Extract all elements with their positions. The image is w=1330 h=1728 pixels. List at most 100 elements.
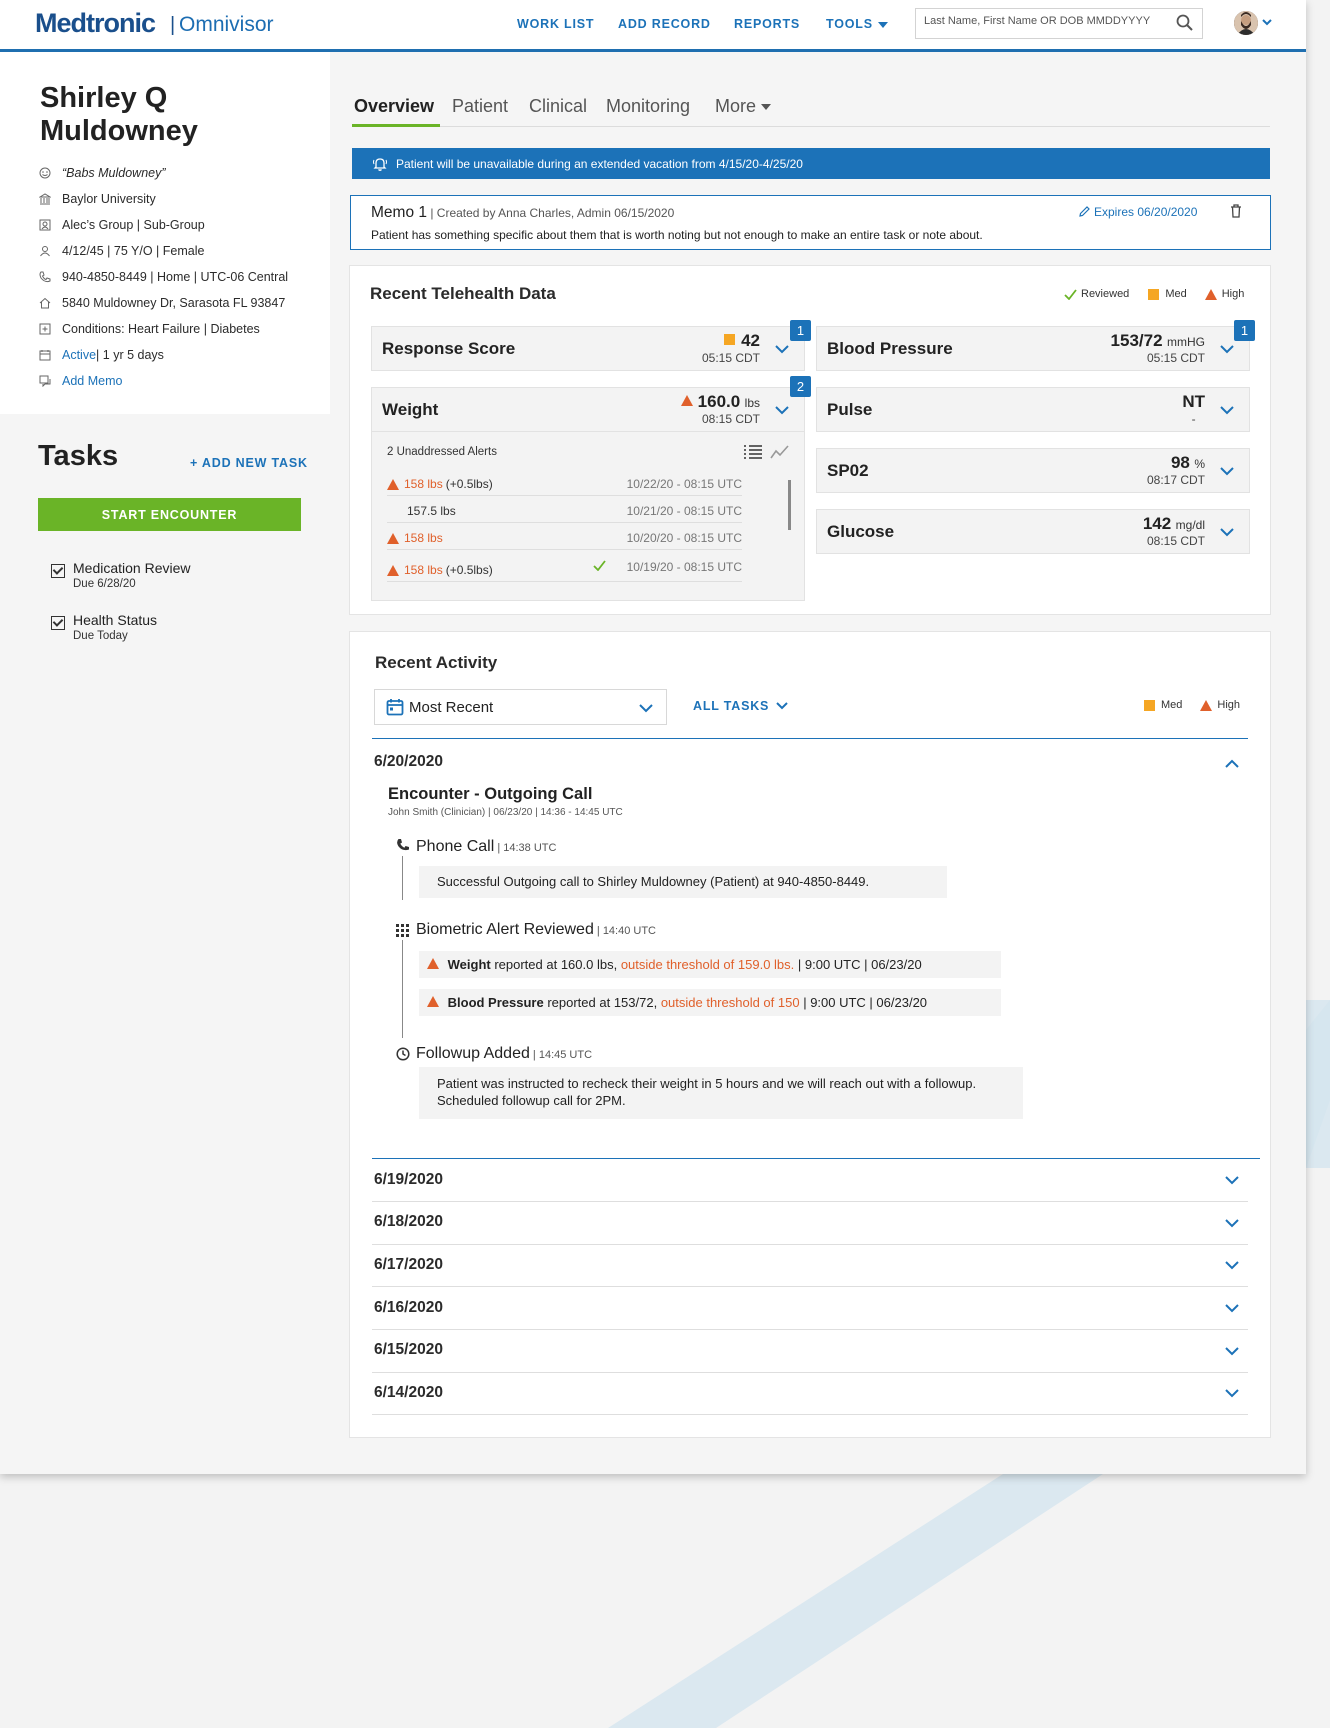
chevron-down-icon[interactable]	[1224, 1388, 1240, 1398]
search-icon[interactable]	[1176, 14, 1194, 32]
task-medication-review: Medication Review Due 6/28/20	[51, 560, 191, 590]
activity-date-header[interactable]: 6/14/2020	[374, 1384, 443, 1402]
activity-date-header[interactable]: 6/15/2020	[374, 1341, 443, 1359]
tab-overview[interactable]: Overview	[354, 96, 434, 117]
chevron-down-icon[interactable]	[1224, 1346, 1240, 1356]
user-avatar[interactable]	[1234, 11, 1258, 35]
start-encounter-button[interactable]: START ENCOUNTER	[38, 498, 301, 531]
activity-legend: Med High	[1144, 699, 1240, 711]
activity-date-header[interactable]: 6/20/2020	[374, 753, 443, 771]
high-triangle-icon	[427, 958, 439, 969]
step-label: Phone Call	[416, 838, 495, 855]
activity-date-header[interactable]: 6/16/2020	[374, 1299, 443, 1317]
task-due: Due 6/28/20	[73, 578, 136, 590]
activity-date-header[interactable]: 6/17/2020	[374, 1256, 443, 1274]
trash-icon[interactable]	[1230, 204, 1242, 218]
active-tab-indicator	[352, 124, 440, 127]
patient-status: Active | 1 yr 5 days	[38, 348, 164, 362]
all-tasks-filter[interactable]: ALL TASKS	[693, 699, 789, 713]
tab-clinical[interactable]: Clinical	[529, 96, 587, 117]
metric-glucose[interactable]: Glucose 142 mg/dl 08:15 CDT	[816, 509, 1250, 554]
chevron-down-icon	[776, 702, 788, 710]
nav-work-list[interactable]: WORK LIST	[517, 17, 594, 31]
alerts-scrollbar[interactable]	[788, 480, 791, 530]
chevron-down-icon[interactable]	[774, 344, 790, 354]
brand-logo[interactable]: Medtronic	[35, 8, 156, 39]
alert-date: 10/21/20 - 08:15 UTC	[626, 504, 742, 518]
activity-divider	[372, 1158, 1260, 1159]
task-checkbox[interactable]	[51, 564, 65, 578]
logo-separator: |	[170, 14, 176, 36]
metric-value: 142	[1142, 514, 1172, 533]
chevron-down-icon[interactable]	[1219, 405, 1235, 415]
metric-blood-pressure[interactable]: Blood Pressure 153/72 mmHG 05:15 CDT	[816, 326, 1250, 371]
step-label: Biometric Alert Reviewed	[416, 921, 594, 938]
chevron-down-icon[interactable]	[1224, 1260, 1240, 1270]
encounter-title: Encounter - Outgoing Call	[388, 785, 593, 803]
patient-group: Alec’s Group | Sub-Group	[38, 218, 205, 232]
chevron-down-icon[interactable]	[1219, 466, 1235, 476]
search-input[interactable]	[924, 15, 1164, 27]
status-duration: | 1 yr 5 days	[96, 348, 164, 362]
chevron-down-icon[interactable]	[1261, 17, 1273, 27]
alert-row[interactable]: 157.5 lbs 10/21/20 - 08:15 UTC	[387, 496, 742, 523]
encounter-meta: John Smith (Clinician) | 06/23/20 | 14:3…	[388, 807, 623, 818]
task-name[interactable]: Medication Review	[73, 560, 191, 576]
metric-value-block: 153/72 mmHG 05:15 CDT	[1111, 331, 1205, 365]
alert-row[interactable]: 158 lbs (+0.5lbs) 10/22/20 - 08:15 UTC	[387, 469, 742, 496]
chevron-down-icon[interactable]	[774, 405, 790, 415]
metric-spo2[interactable]: SP02 98 % 08:17 CDT	[816, 448, 1250, 493]
top-navigation-bar: Medtronic | Omnivisor WORK LIST ADD RECO…	[0, 0, 1306, 52]
tab-monitoring[interactable]: Monitoring	[606, 96, 690, 117]
add-new-task-button[interactable]: + ADD NEW TASK	[190, 456, 308, 470]
task-checkbox[interactable]	[51, 616, 65, 630]
chevron-down-icon[interactable]	[1219, 527, 1235, 537]
trend-chart-icon[interactable]	[770, 445, 790, 459]
task-name[interactable]: Health Status	[73, 612, 157, 628]
phone-icon	[397, 839, 409, 851]
alert-row[interactable]: 158 lbs 10/20/20 - 08:15 UTC	[387, 523, 742, 550]
task-health-status: Health Status Due Today	[51, 612, 157, 642]
activity-date-header[interactable]: 6/18/2020	[374, 1213, 443, 1231]
add-memo-link[interactable]: Add Memo	[62, 374, 122, 388]
dropdown-value: Most Recent	[409, 699, 494, 716]
step-phone-call: Phone Call | 14:38 UTC	[416, 838, 556, 856]
activity-date-header[interactable]: 6/19/2020	[374, 1171, 443, 1189]
step-note: Successful Outgoing call to Shirley Muld…	[419, 866, 947, 898]
date-divider	[372, 1244, 1248, 1245]
chevron-down-icon[interactable]	[1224, 1218, 1240, 1228]
nav-add-record[interactable]: ADD RECORD	[618, 17, 711, 31]
patient-name: Shirley Q Muldowney	[40, 82, 198, 147]
alert-row[interactable]: 158 lbs (+0.5lbs) 10/19/20 - 08:15 UTC	[387, 552, 742, 582]
status-active-link[interactable]: Active	[62, 348, 96, 362]
alert-delta: (+0.5lbs)	[445, 563, 493, 577]
chevron-down-icon[interactable]	[1219, 344, 1235, 354]
nav-tools[interactable]: TOOLS	[826, 17, 888, 31]
med-square-icon	[1144, 699, 1155, 711]
tab-patient[interactable]: Patient	[452, 96, 508, 117]
metric-name: Glucose	[827, 522, 895, 541]
memo-card: Memo 1 | Created by Anna Charles, Admin …	[350, 195, 1271, 250]
app-window: Medtronic | Omnivisor WORK LIST ADD RECO…	[0, 0, 1306, 1474]
chevron-down-icon[interactable]	[1224, 1175, 1240, 1185]
memo-expires-link[interactable]: Expires 06/20/2020	[1079, 205, 1197, 219]
list-view-icon[interactable]	[744, 445, 762, 459]
metric-response-score[interactable]: Response Score 42 05:15 CDT	[371, 326, 805, 371]
alert-date: 10/20/20 - 08:15 UTC	[626, 531, 742, 545]
metric-pulse[interactable]: Pulse NT -	[816, 387, 1250, 432]
activity-sort-dropdown[interactable]: Most Recent	[374, 689, 667, 725]
metric-weight[interactable]: Weight 160.0 lbs 08:15 CDT	[371, 387, 805, 432]
chevron-down-icon[interactable]	[1224, 1303, 1240, 1313]
chevron-up-icon[interactable]	[1224, 759, 1240, 769]
nav-reports[interactable]: REPORTS	[734, 17, 800, 31]
tab-more[interactable]: More	[715, 96, 772, 117]
activity-divider	[372, 738, 1248, 739]
memo-body: Patient has something specific about the…	[371, 228, 983, 242]
patient-search	[915, 8, 1203, 39]
high-triangle-icon	[1200, 699, 1213, 711]
check-icon	[593, 560, 606, 571]
alert-metric: Blood Pressure	[447, 995, 544, 1010]
patient-organization: Baylor University	[38, 192, 156, 206]
alert-value: 158 lbs	[404, 531, 443, 545]
metric-value-block: 160.0 lbs 08:15 CDT	[680, 392, 760, 426]
